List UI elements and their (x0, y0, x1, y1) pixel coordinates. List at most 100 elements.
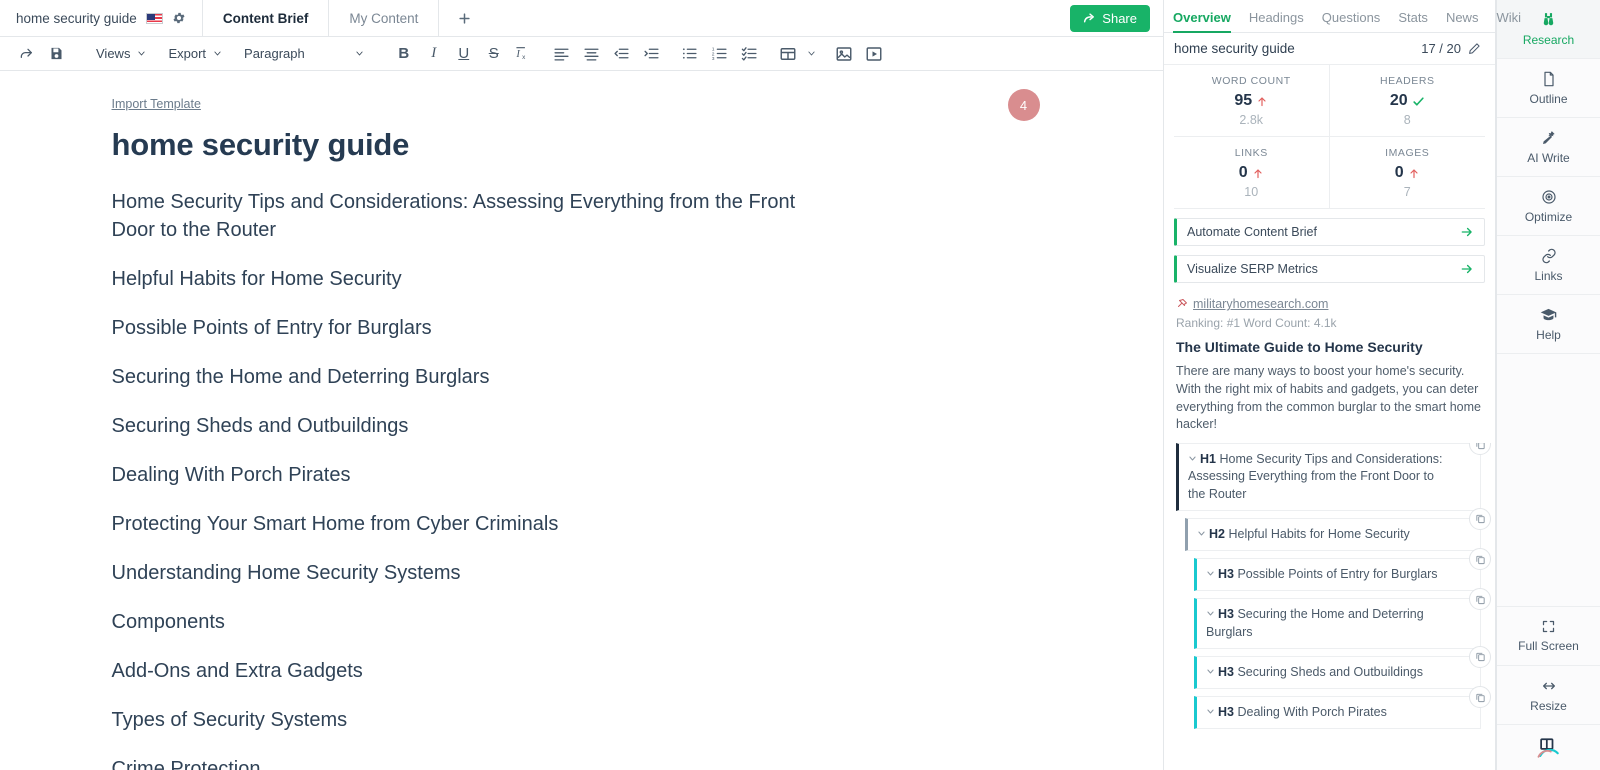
document-line[interactable]: Securing Sheds and Outbuildings (112, 412, 812, 440)
serp-domain-link[interactable]: militaryhomesearch.com (1193, 297, 1328, 311)
heading-item[interactable]: H3 Securing Sheds and Outbuildings (1194, 645, 1491, 689)
copy-icon[interactable] (1469, 443, 1491, 455)
table-icon[interactable] (774, 40, 802, 68)
share-button[interactable]: Share (1070, 4, 1150, 32)
align-left-icon[interactable] (548, 40, 576, 68)
heading-item[interactable]: H1 Home Security Tips and Considerations… (1176, 443, 1491, 511)
tab-questions[interactable]: Questions (1322, 10, 1381, 32)
chevron-down-icon[interactable] (1206, 609, 1215, 618)
document-body[interactable]: Home Security Tips and Considerations: A… (112, 188, 1052, 770)
document-title[interactable]: home security guide (112, 127, 1052, 163)
underline-button[interactable]: U (450, 40, 478, 68)
visualize-serp-metrics-button[interactable]: Visualize SERP Metrics (1174, 255, 1485, 283)
pin-icon (1176, 298, 1188, 310)
document-line[interactable]: Helpful Habits for Home Security (112, 265, 812, 293)
rail-item-outline[interactable]: Outline (1497, 59, 1600, 118)
tab-content-brief[interactable]: Content Brief (203, 0, 330, 36)
rail-item-resize[interactable]: Resize (1497, 666, 1600, 725)
bold-label: B (398, 45, 410, 62)
heading-item[interactable]: H3 Dealing With Porch Pirates (1194, 686, 1491, 730)
rail-item-ai-write[interactable]: AI Write (1497, 118, 1600, 177)
document-line[interactable]: Crime Protection (112, 755, 812, 770)
heading-item[interactable]: H3 Possible Points of Entry for Burglars (1194, 548, 1491, 592)
outdent-icon[interactable] (608, 40, 636, 68)
tab-wiki[interactable]: Wiki (1496, 10, 1521, 32)
heading-text: Helpful Habits for Home Security (1228, 526, 1410, 541)
chevron-down-icon[interactable] (1197, 529, 1206, 538)
copy-icon[interactable] (1469, 588, 1491, 611)
document-line[interactable]: Add-Ons and Extra Gadgets (112, 657, 812, 685)
heading-text: Securing the Home and Deterring Burglars (1206, 607, 1424, 639)
document-line[interactable]: Home Security Tips and Considerations: A… (112, 188, 812, 244)
rail-item-help[interactable]: Help (1497, 295, 1600, 354)
chevron-down-icon[interactable] (1206, 667, 1215, 676)
table-chevron-icon[interactable] (804, 40, 820, 68)
tab-stats[interactable]: Stats (1398, 10, 1428, 32)
resize-arrows-icon (1541, 678, 1557, 694)
gear-icon[interactable] (172, 11, 186, 25)
bold-button[interactable]: B (390, 40, 418, 68)
document-line[interactable]: Protecting Your Smart Home from Cyber Cr… (112, 510, 812, 538)
rail-item-optimize[interactable]: Optimize (1497, 177, 1600, 236)
document-name-tab[interactable]: home security guide (0, 0, 203, 36)
serp-meta: Ranking: #1 Word Count: 4.1k (1176, 316, 1337, 330)
document-line[interactable]: Possible Points of Entry for Burglars (112, 314, 812, 342)
document-line[interactable]: Securing the Home and Deterring Burglars (112, 363, 812, 391)
heading-level-tag: H2 (1209, 526, 1225, 541)
redo-icon[interactable] (12, 40, 40, 68)
chevron-down-icon[interactable] (1188, 454, 1197, 463)
rail-item-full-screen[interactable]: Full Screen (1497, 607, 1600, 666)
image-icon[interactable] (830, 40, 858, 68)
tab-my-content[interactable]: My Content (329, 0, 440, 36)
fullscreen-icon (1541, 619, 1556, 634)
heading-item[interactable]: H2 Helpful Habits for Home Security (1185, 507, 1491, 551)
copy-icon[interactable] (1469, 686, 1491, 708)
clear-formatting-icon[interactable]: Ix (510, 40, 538, 68)
italic-button[interactable]: I (420, 40, 448, 68)
app-logo-icon[interactable] (1497, 725, 1600, 770)
graduation-cap-icon (1540, 306, 1557, 323)
save-icon[interactable] (42, 40, 70, 68)
comment-count-badge[interactable]: 4 (1007, 89, 1040, 121)
cta-label: Visualize SERP Metrics (1187, 262, 1318, 276)
align-center-icon[interactable] (578, 40, 606, 68)
rail-label: Resize (1530, 698, 1567, 713)
app-root: home security guide Content Brief My Con… (0, 0, 1600, 770)
copy-icon[interactable] (1469, 548, 1491, 570)
automate-content-brief-button[interactable]: Automate Content Brief (1174, 218, 1485, 246)
rail-item-links[interactable]: Links (1497, 236, 1600, 295)
strikethrough-button[interactable]: S (480, 40, 508, 68)
document-line[interactable]: Components (112, 608, 812, 636)
document-scroll-area[interactable]: 4 Import Template home security guide Ho… (0, 71, 1163, 770)
rail-label: Research (1522, 33, 1575, 47)
metric-target: 8 (1403, 113, 1411, 127)
metric-target: 10 (1244, 185, 1259, 199)
tab-overview[interactable]: Overview (1173, 10, 1231, 33)
tab-label: Questions (1321, 10, 1381, 25)
tab-news[interactable]: News (1446, 10, 1479, 32)
document-line[interactable]: Types of Security Systems (112, 706, 812, 734)
views-menu[interactable]: Views (86, 40, 156, 68)
tab-headings[interactable]: Headings (1249, 10, 1304, 32)
pencil-icon[interactable] (1468, 42, 1481, 55)
document-line[interactable]: Understanding Home Security Systems (112, 559, 812, 587)
video-icon[interactable] (860, 40, 888, 68)
heading-level-tag: H3 (1218, 705, 1234, 719)
import-template-link[interactable]: Import Template (112, 97, 201, 111)
chevron-down-icon[interactable] (1206, 707, 1215, 716)
copy-icon[interactable] (1469, 507, 1491, 530)
target-icon (1541, 189, 1557, 205)
bullet-list-icon[interactable] (676, 40, 704, 68)
document-line[interactable]: Dealing With Porch Pirates (112, 461, 812, 489)
paragraph-style-menu[interactable]: Paragraph (234, 40, 374, 68)
plus-icon[interactable] (439, 0, 490, 36)
metric-card: HEADERS 20 8 (1329, 65, 1485, 137)
copy-icon[interactable] (1469, 645, 1491, 668)
export-menu[interactable]: Export (158, 40, 232, 68)
strikethrough-label: S (488, 45, 499, 62)
chevron-down-icon[interactable] (1206, 569, 1215, 578)
checklist-icon[interactable] (736, 40, 764, 68)
heading-item[interactable]: H3 Securing the Home and Deterring Burgl… (1194, 588, 1491, 649)
indent-icon[interactable] (638, 40, 666, 68)
numbered-list-icon[interactable]: 123 (706, 40, 734, 68)
